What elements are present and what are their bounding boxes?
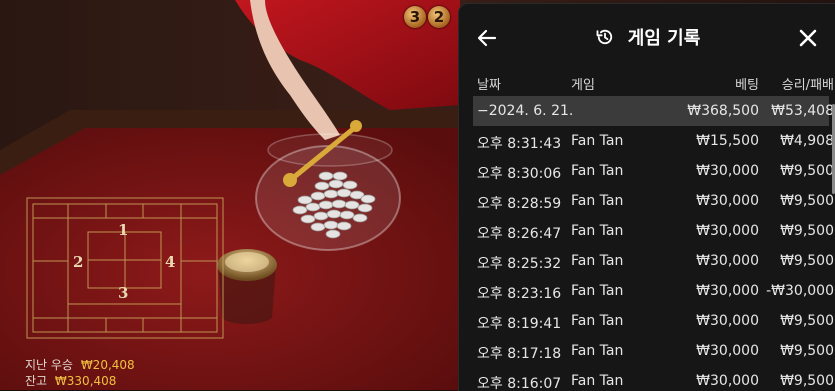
summary-winloss: ₩53,408 bbox=[771, 103, 834, 119]
row-winloss: ₩9,500 bbox=[780, 163, 834, 179]
row-game: Fan Tan bbox=[571, 193, 624, 209]
row-game: Fan Tan bbox=[571, 133, 624, 149]
row-bet: ₩30,000 bbox=[696, 163, 759, 179]
history-row[interactable]: 오후 8:31:43 Fan Tan ₩15,500 ₩4,908 bbox=[459, 126, 835, 156]
row-winloss: ₩4,908 bbox=[780, 133, 834, 149]
history-row[interactable]: 오후 8:19:41 Fan Tan ₩30,000 ₩9,500 bbox=[459, 306, 835, 336]
column-header-game: 게임 bbox=[571, 78, 595, 93]
balance-label: 잔고 bbox=[25, 374, 48, 388]
row-bet: ₩30,000 bbox=[696, 223, 759, 239]
row-game: Fan Tan bbox=[571, 283, 624, 299]
row-game: Fan Tan bbox=[571, 343, 624, 359]
row-winloss: -₩30,000 bbox=[766, 283, 834, 299]
history-row[interactable]: 오후 8:16:07 Fan Tan ₩30,000 ₩9,500 bbox=[459, 366, 835, 391]
row-time: 오후 8:28:59 bbox=[477, 196, 562, 212]
summary-bet: ₩368,500 bbox=[687, 103, 759, 119]
row-game: Fan Tan bbox=[571, 223, 624, 239]
history-row[interactable]: 오후 8:17:18 Fan Tan ₩30,000 ₩9,500 bbox=[459, 336, 835, 366]
row-time: 오후 8:31:43 bbox=[477, 136, 562, 152]
row-time: 오후 8:16:07 bbox=[477, 376, 562, 391]
row-bet: ₩30,000 bbox=[696, 313, 759, 329]
column-header-date: 날짜 bbox=[477, 78, 501, 93]
column-header-bet: 베팅 bbox=[735, 78, 759, 93]
svg-text:3: 3 bbox=[118, 284, 128, 302]
row-time: 오후 8:26:47 bbox=[477, 226, 562, 242]
balance-display: 잔고 ₩330,408 bbox=[25, 372, 116, 389]
row-winloss: ₩9,500 bbox=[780, 373, 834, 389]
svg-text:2: 2 bbox=[73, 253, 83, 271]
row-bet: ₩15,500 bbox=[696, 133, 759, 149]
row-winloss: ₩9,500 bbox=[780, 253, 834, 269]
history-row[interactable]: 오후 8:28:59 Fan Tan ₩30,000 ₩9,500 bbox=[459, 186, 835, 216]
panel-header: 게임 기록 bbox=[459, 24, 835, 52]
summary-date: −2024. 6. 21. bbox=[477, 103, 574, 119]
row-game: Fan Tan bbox=[571, 313, 624, 329]
row-bet: ₩30,000 bbox=[696, 283, 759, 299]
result-badge-2: 2 bbox=[428, 6, 450, 28]
row-game: Fan Tan bbox=[571, 373, 624, 389]
balance-value: ₩330,408 bbox=[54, 374, 117, 388]
date-summary-row[interactable]: −2024. 6. 21. ₩368,500 ₩53,408 bbox=[473, 96, 834, 126]
row-winloss: ₩9,500 bbox=[780, 223, 834, 239]
history-list: −2024. 6. 21. ₩368,500 ₩53,408 오후 8:31:4… bbox=[459, 96, 835, 391]
row-bet: ₩30,000 bbox=[696, 343, 759, 359]
history-icon bbox=[596, 29, 612, 45]
row-time: 오후 8:25:32 bbox=[477, 256, 562, 272]
row-bet: ₩30,000 bbox=[696, 193, 759, 209]
close-icon bbox=[799, 29, 817, 47]
history-row[interactable]: 오후 8:23:16 Fan Tan ₩30,000 -₩30,000 bbox=[459, 276, 835, 306]
row-game: Fan Tan bbox=[571, 163, 624, 179]
row-game: Fan Tan bbox=[571, 253, 624, 269]
svg-text:1: 1 bbox=[118, 221, 128, 239]
svg-text:4: 4 bbox=[165, 253, 175, 271]
row-time: 오후 8:19:41 bbox=[477, 316, 562, 332]
row-time: 오후 8:17:18 bbox=[477, 346, 562, 362]
history-row[interactable]: 오후 8:30:06 Fan Tan ₩30,000 ₩9,500 bbox=[459, 156, 835, 186]
row-winloss: ₩9,500 bbox=[780, 313, 834, 329]
result-badge-3: 3 bbox=[404, 6, 426, 28]
row-time: 오후 8:30:06 bbox=[477, 166, 562, 182]
last-win-display: 지난 우승 ₩20,408 bbox=[25, 356, 135, 373]
row-bet: ₩30,000 bbox=[696, 253, 759, 269]
row-winloss: ₩9,500 bbox=[780, 193, 834, 209]
row-time: 오후 8:23:16 bbox=[477, 286, 562, 302]
last-win-label: 지난 우승 bbox=[25, 358, 73, 372]
last-win-value: ₩20,408 bbox=[80, 358, 135, 372]
history-row[interactable]: 오후 8:26:47 Fan Tan ₩30,000 ₩9,500 bbox=[459, 216, 835, 246]
history-row[interactable]: 오후 8:25:32 Fan Tan ₩30,000 ₩9,500 bbox=[459, 246, 835, 276]
close-button[interactable] bbox=[796, 26, 820, 50]
column-header-winloss: 승리/패배 bbox=[781, 78, 834, 93]
game-history-panel: 게임 기록 날짜 게임 베팅 승리/패배 −2024. 6. 21. ₩368,… bbox=[458, 3, 835, 391]
panel-title: 게임 기록 bbox=[627, 28, 701, 49]
row-bet: ₩30,000 bbox=[696, 373, 759, 389]
row-winloss: ₩9,500 bbox=[780, 343, 834, 359]
